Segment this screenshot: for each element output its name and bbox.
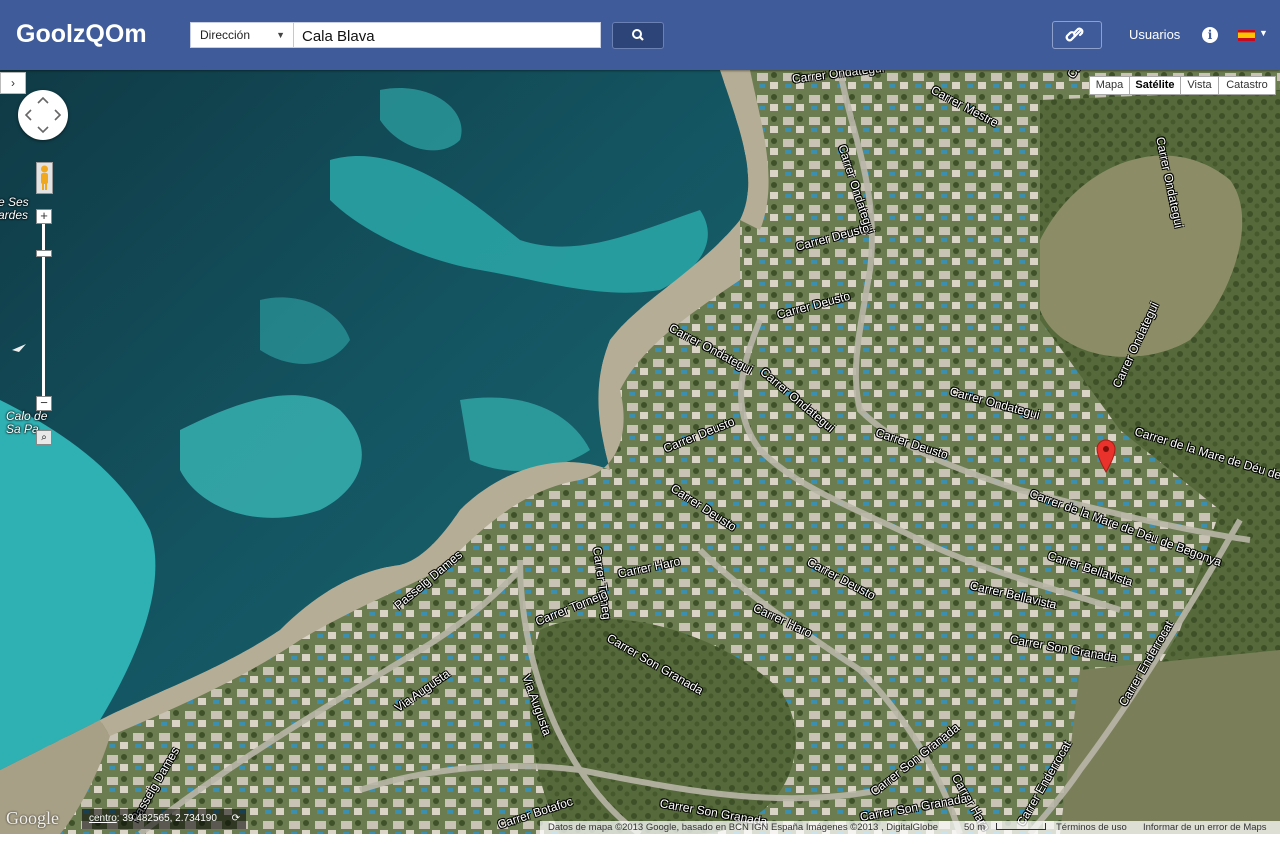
refresh-icon[interactable]: ⟳ — [232, 809, 240, 829]
search-button[interactable] — [612, 22, 664, 49]
search-box: Dirección ▼ — [190, 22, 604, 49]
logo[interactable]: GoolzQOm — [16, 20, 147, 49]
map-type-mapa[interactable]: Mapa — [1089, 76, 1130, 95]
map-type-label: Satélite — [1135, 79, 1175, 91]
map-type-catastro[interactable]: Catastro — [1218, 76, 1276, 95]
share-link-button[interactable] — [1052, 21, 1102, 49]
pan-arrows-icon — [24, 96, 62, 134]
header-bar: GoolzQOm Dirección ▼ Usuarios i ▼ — [0, 0, 1280, 70]
pan-control[interactable] — [18, 90, 68, 140]
centro-link[interactable]: centro — [89, 813, 117, 824]
search-mode-select[interactable]: Dirección ▼ — [191, 23, 294, 47]
map-type-label: Vista — [1187, 79, 1212, 91]
satellite-map[interactable]: e Ses ardes Calo de Sa Pa... Carrer Onda… — [0, 70, 1280, 834]
google-logo[interactable]: Google — [6, 808, 59, 829]
info-icon[interactable]: i — [1202, 27, 1218, 43]
center-coordinates: centro: 39.482565, 2.734190 ⟳ — [82, 809, 246, 829]
scale-bar — [996, 823, 1046, 830]
search-icon — [632, 29, 644, 41]
location-pin-icon[interactable] — [1096, 439, 1116, 473]
map-data-attribution: Datos de mapa ©2013 Google, basado en BC… — [548, 822, 939, 833]
map-type-label: Catastro — [1226, 79, 1268, 91]
page-bottom — [0, 834, 1280, 844]
map-type-satelite[interactable]: Satélite — [1129, 76, 1181, 95]
zoom-in-button[interactable]: + — [36, 209, 52, 224]
map-type-label: Mapa — [1095, 79, 1124, 91]
attribution-bar: Datos de mapa ©2013 Google, basado en BC… — [540, 821, 1280, 834]
coordinates-value: 39.482565, 2.734190 — [122, 813, 217, 824]
report-error-link[interactable]: Informar de un error de Maps — [1143, 821, 1267, 834]
scale-label: 50 m — [964, 822, 986, 833]
boat-icon — [12, 344, 26, 352]
zoom-out-button[interactable]: − — [36, 396, 52, 411]
users-link[interactable]: Usuarios — [1129, 27, 1180, 42]
street-view-pegman-icon[interactable] — [36, 162, 53, 194]
map-type-vista[interactable]: Vista — [1180, 76, 1219, 95]
link-icon — [1065, 27, 1084, 42]
zoom-slider-handle[interactable] — [36, 250, 52, 257]
zoom-box-icon[interactable]: ⌕ — [36, 430, 52, 445]
chevron-down-icon: ▼ — [276, 30, 285, 40]
satellite-imagery — [0, 70, 1280, 834]
terms-link[interactable]: Términos de uso — [1056, 821, 1127, 834]
place-label: e Ses ardes — [0, 195, 29, 222]
search-input[interactable] — [295, 23, 604, 49]
search-mode-label: Dirección — [200, 28, 251, 42]
language-chevron-down-icon[interactable]: ▼ — [1259, 28, 1268, 38]
spain-flag-icon[interactable] — [1238, 30, 1255, 41]
